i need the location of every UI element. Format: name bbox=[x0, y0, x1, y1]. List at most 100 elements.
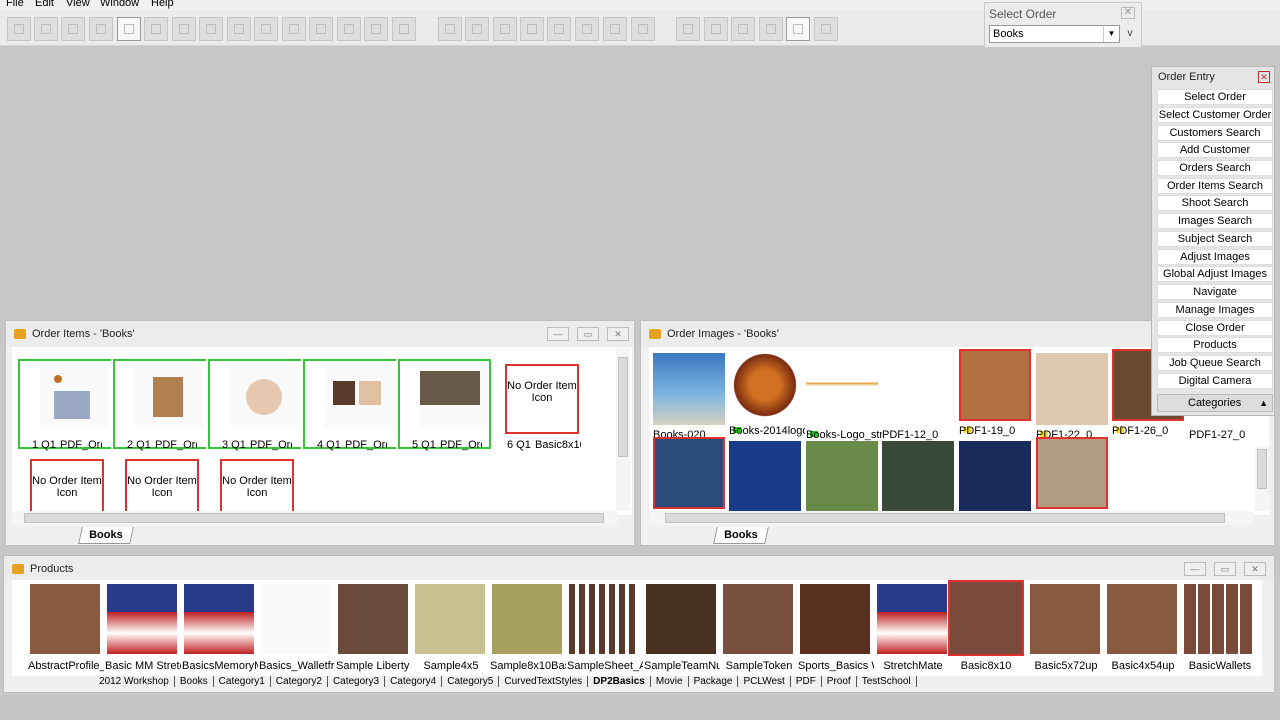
oe-add-customer[interactable]: Add Customer bbox=[1157, 142, 1273, 158]
tab-category4[interactable]: Category4 bbox=[385, 676, 443, 687]
order-item-card[interactable] bbox=[398, 359, 491, 449]
oe-navigate[interactable]: Navigate bbox=[1157, 284, 1273, 300]
oe-customers-search[interactable]: Customers Search bbox=[1157, 125, 1273, 141]
toolbar-button[interactable] bbox=[731, 17, 755, 41]
image-cell[interactable]: PDF1-19_0 bbox=[959, 349, 1035, 437]
image-cell[interactable]: Books-020 bbox=[653, 353, 729, 441]
oe-shoot-search[interactable]: Shoot Search bbox=[1157, 195, 1273, 211]
tab-books[interactable]: Books bbox=[175, 676, 214, 687]
toolbar-button[interactable] bbox=[392, 17, 416, 41]
order-item-no-icon[interactable]: No Order Item Icon bbox=[125, 459, 199, 515]
product-item[interactable]: Basic MM Stretch bbox=[105, 584, 181, 678]
oe-orders-search[interactable]: Orders Search bbox=[1157, 160, 1273, 176]
toolbar-button[interactable] bbox=[364, 17, 388, 41]
product-item[interactable]: Sample8x10Basi bbox=[490, 584, 566, 678]
image-cell[interactable]: Books-2014logo bbox=[729, 349, 805, 437]
toolbar-button[interactable] bbox=[603, 17, 627, 41]
toolbar-button[interactable] bbox=[199, 17, 223, 41]
product-item[interactable]: Basic5x72up bbox=[1028, 584, 1104, 678]
product-item[interactable]: StretchMate bbox=[875, 584, 951, 678]
order-item-card[interactable] bbox=[113, 359, 206, 449]
order-item-no-icon[interactable]: No Order Item Icon bbox=[505, 364, 579, 434]
categories-dropdown[interactable]: Categories ▲ bbox=[1157, 394, 1273, 412]
oe-select-customer-order[interactable]: Select Customer Order bbox=[1157, 107, 1273, 123]
image-cell[interactable]: PDF1-12_0 bbox=[882, 353, 958, 441]
tab-category3[interactable]: Category3 bbox=[328, 676, 386, 687]
menu-edit[interactable]: Edit bbox=[35, 0, 54, 9]
toolbar-button[interactable] bbox=[786, 17, 810, 41]
toolbar-button[interactable] bbox=[631, 17, 655, 41]
image-cell[interactable]: Books-Logo_strip bbox=[806, 353, 882, 441]
oe-manage-images[interactable]: Manage Images bbox=[1157, 302, 1273, 318]
order-item-card[interactable] bbox=[18, 359, 111, 449]
order-item-card[interactable] bbox=[208, 359, 301, 449]
close-icon[interactable]: ✕ bbox=[607, 327, 629, 341]
product-item[interactable]: Sports_Basics W bbox=[798, 584, 874, 678]
toolbar-button[interactable] bbox=[759, 17, 783, 41]
minimize-icon[interactable]: — bbox=[1184, 562, 1206, 576]
tab-movie[interactable]: Movie bbox=[651, 676, 689, 687]
tab-category5[interactable]: Category5 bbox=[442, 676, 500, 687]
tab-pclwest[interactable]: PCLWest bbox=[738, 676, 791, 687]
tab-books[interactable]: Books bbox=[78, 527, 134, 544]
toolbar-button[interactable] bbox=[7, 17, 31, 41]
maximize-icon[interactable]: ▭ bbox=[577, 327, 599, 341]
toolbar-button[interactable] bbox=[575, 17, 599, 41]
product-item[interactable]: SampleToken bbox=[721, 584, 797, 678]
product-item[interactable]: Sample Liberty P bbox=[336, 584, 412, 678]
chevron-down-icon[interactable]: ▼ bbox=[1103, 26, 1119, 42]
product-item[interactable]: Basics_Walletfro bbox=[259, 584, 335, 678]
tab-2012-workshop[interactable]: 2012 Workshop bbox=[94, 676, 175, 687]
toolbar-button[interactable] bbox=[172, 17, 196, 41]
toolbar-button[interactable] bbox=[520, 17, 544, 41]
tab-package[interactable]: Package bbox=[689, 676, 739, 687]
menu-file[interactable]: File bbox=[6, 0, 24, 9]
tab-proof[interactable]: Proof bbox=[822, 676, 857, 687]
oe-global-adjust-images[interactable]: Global Adjust Images bbox=[1157, 266, 1273, 282]
tab-category1[interactable]: Category1 bbox=[214, 676, 271, 687]
oe-products[interactable]: Products bbox=[1157, 337, 1273, 353]
product-item[interactable]: Basic8x10 bbox=[948, 580, 1024, 674]
toolbar-button[interactable] bbox=[254, 17, 278, 41]
minimize-icon[interactable]: — bbox=[547, 327, 569, 341]
v-button[interactable]: v bbox=[1122, 25, 1138, 43]
tab-category2[interactable]: Category2 bbox=[271, 676, 328, 687]
toolbar-button[interactable] bbox=[814, 17, 838, 41]
product-item[interactable]: SampleTeamNul bbox=[644, 584, 720, 678]
tab-curved-text-styles[interactable]: CurvedTextStyles bbox=[499, 676, 589, 687]
oe-close-order[interactable]: Close Order bbox=[1157, 320, 1273, 336]
horizontal-scrollbar[interactable] bbox=[12, 511, 618, 525]
order-item-no-icon[interactable]: No Order Item Icon bbox=[220, 459, 294, 515]
toolbar-button[interactable] bbox=[704, 17, 728, 41]
menu-help[interactable]: Help bbox=[151, 0, 174, 9]
oe-job-queue-search[interactable]: Job Queue Search bbox=[1157, 355, 1273, 371]
oe-digital-camera[interactable]: Digital Camera bbox=[1157, 373, 1273, 389]
order-item-no-icon[interactable]: No Order Item Icon bbox=[30, 459, 104, 515]
close-icon[interactable]: ✕ bbox=[1121, 7, 1135, 19]
vertical-scrollbar[interactable] bbox=[1255, 447, 1269, 511]
tab-testschool[interactable]: TestSchool bbox=[857, 676, 917, 687]
toolbar-button[interactable] bbox=[117, 17, 141, 41]
tab-dp2basics[interactable]: DP2Basics bbox=[588, 676, 651, 687]
product-item[interactable]: Basic4x54up bbox=[1105, 584, 1181, 678]
close-icon[interactable]: ✕ bbox=[1244, 562, 1266, 576]
toolbar-button[interactable] bbox=[337, 17, 361, 41]
maximize-icon[interactable]: ▭ bbox=[1214, 562, 1236, 576]
vertical-scrollbar[interactable] bbox=[616, 347, 630, 511]
oe-adjust-images[interactable]: Adjust Images bbox=[1157, 249, 1273, 265]
toolbar-button[interactable] bbox=[676, 17, 700, 41]
order-select[interactable]: Books ▼ bbox=[989, 25, 1120, 43]
oe-select-order[interactable]: Select Order bbox=[1157, 89, 1273, 105]
image-cell[interactable]: PDF1-22_0 bbox=[1036, 353, 1112, 441]
toolbar-button[interactable] bbox=[144, 17, 168, 41]
oe-order-items-search[interactable]: Order Items Search bbox=[1157, 178, 1273, 194]
toolbar-button[interactable] bbox=[282, 17, 306, 41]
tab-pdf[interactable]: PDF bbox=[791, 676, 822, 687]
tab-books[interactable]: Books bbox=[713, 527, 769, 544]
toolbar-button[interactable] bbox=[227, 17, 251, 41]
oe-images-search[interactable]: Images Search bbox=[1157, 213, 1273, 229]
toolbar-button[interactable] bbox=[89, 17, 113, 41]
product-item[interactable]: BasicWallets bbox=[1182, 584, 1258, 678]
product-item[interactable]: AbstractProfile_V bbox=[28, 584, 104, 678]
close-icon[interactable]: ✕ bbox=[1258, 71, 1270, 83]
